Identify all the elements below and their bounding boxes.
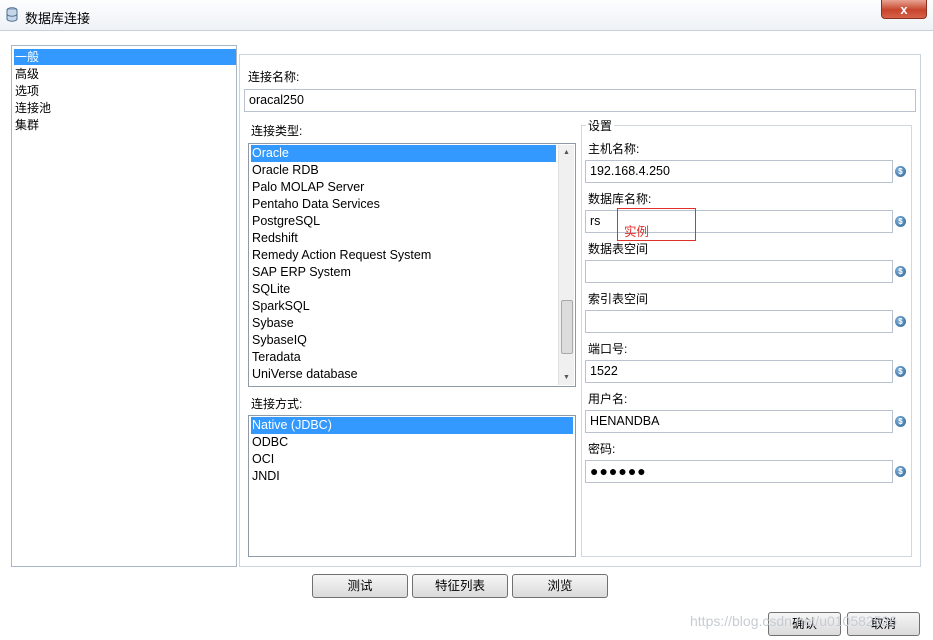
nav-item-cluster[interactable]: 集群 bbox=[14, 117, 236, 133]
database-icon bbox=[6, 7, 18, 22]
list-item[interactable]: SybaseIQ bbox=[251, 332, 307, 349]
connection-type-scrollbar[interactable]: ▲ ▼ bbox=[558, 145, 574, 385]
variable-icon[interactable]: $ bbox=[895, 466, 906, 477]
settings-title: 设置 bbox=[586, 117, 615, 134]
variable-icon[interactable]: $ bbox=[895, 316, 906, 327]
variable-icon[interactable]: $ bbox=[895, 416, 906, 427]
list-item[interactable]: JNDI bbox=[251, 468, 280, 485]
list-item-oracle[interactable]: Oracle bbox=[251, 145, 556, 162]
scroll-down-icon[interactable]: ▼ bbox=[559, 370, 574, 385]
host-label: 主机名称: bbox=[588, 142, 640, 156]
connection-name-input[interactable]: oracal250 bbox=[244, 89, 916, 112]
title-bar: 数据库连接 x bbox=[0, 0, 933, 31]
data-tablespace-label: 数据表空间 bbox=[588, 242, 649, 256]
list-item[interactable]: Redshift bbox=[251, 230, 298, 247]
nav-item-general[interactable]: 一般 bbox=[14, 49, 236, 65]
list-item[interactable]: Teradata bbox=[251, 349, 301, 366]
access-method-label: 连接方式: bbox=[251, 397, 303, 411]
host-input[interactable]: 192.168.4.250 bbox=[585, 160, 893, 183]
nav-item-options[interactable]: 选项 bbox=[14, 83, 236, 99]
list-item[interactable]: PostgreSQL bbox=[251, 213, 320, 230]
connection-type-label: 连接类型: bbox=[251, 124, 303, 138]
nav-list: 一般 高级 选项 连接池 集群 bbox=[11, 45, 237, 567]
list-item[interactable]: ODBC bbox=[251, 434, 288, 451]
list-item[interactable]: Palo MOLAP Server bbox=[251, 179, 364, 196]
variable-icon[interactable]: $ bbox=[895, 266, 906, 277]
connection-name-label: 连接名称: bbox=[248, 70, 300, 84]
database-label: 数据库名称: bbox=[588, 192, 652, 206]
close-icon: x bbox=[900, 2, 908, 17]
scroll-up-icon[interactable]: ▲ bbox=[559, 145, 574, 160]
annotation-text: 实例 bbox=[624, 225, 650, 239]
variable-icon[interactable]: $ bbox=[895, 366, 906, 377]
index-tablespace-input[interactable] bbox=[585, 310, 893, 333]
nav-item-advanced[interactable]: 高级 bbox=[14, 66, 236, 82]
test-button[interactable]: 测试 bbox=[312, 574, 408, 598]
scroll-thumb[interactable] bbox=[561, 300, 573, 354]
nav-item-pooling[interactable]: 连接池 bbox=[14, 100, 236, 116]
variable-icon[interactable]: $ bbox=[895, 216, 906, 227]
list-item[interactable]: SparkSQL bbox=[251, 298, 310, 315]
list-item[interactable]: SAP ERP System bbox=[251, 264, 351, 281]
close-button[interactable]: x bbox=[881, 0, 927, 19]
access-method-list[interactable]: Native (JDBC) ODBC OCI JNDI bbox=[248, 415, 576, 557]
username-input[interactable]: HENANDBA bbox=[585, 410, 893, 433]
explore-button[interactable]: 浏览 bbox=[512, 574, 608, 598]
index-tablespace-label: 索引表空间 bbox=[588, 292, 649, 306]
list-item[interactable]: Sybase bbox=[251, 315, 294, 332]
list-item[interactable]: SQLite bbox=[251, 281, 290, 298]
data-tablespace-input[interactable] bbox=[585, 260, 893, 283]
list-item[interactable]: Pentaho Data Services bbox=[251, 196, 380, 213]
watermark: https://blog.csdn.net/u010582526 bbox=[690, 613, 898, 629]
password-label: 密码: bbox=[588, 442, 616, 456]
port-input[interactable]: 1522 bbox=[585, 360, 893, 383]
feature-list-button[interactable]: 特征列表 bbox=[412, 574, 508, 598]
list-item[interactable]: OCI bbox=[251, 451, 274, 468]
list-item-native-jdbc[interactable]: Native (JDBC) bbox=[251, 417, 573, 434]
list-item[interactable]: UniVerse database bbox=[251, 366, 358, 383]
password-input[interactable]: ●●●●●● bbox=[585, 460, 893, 483]
variable-icon[interactable]: $ bbox=[895, 166, 906, 177]
connection-type-list[interactable]: Oracle Oracle RDB Palo MOLAP Server Pent… bbox=[248, 143, 576, 387]
port-label: 端口号: bbox=[588, 342, 628, 356]
username-label: 用户名: bbox=[588, 392, 628, 406]
window-title: 数据库连接 bbox=[25, 11, 91, 26]
list-item[interactable]: Oracle RDB bbox=[251, 162, 319, 179]
list-item[interactable]: Remedy Action Request System bbox=[251, 247, 431, 264]
